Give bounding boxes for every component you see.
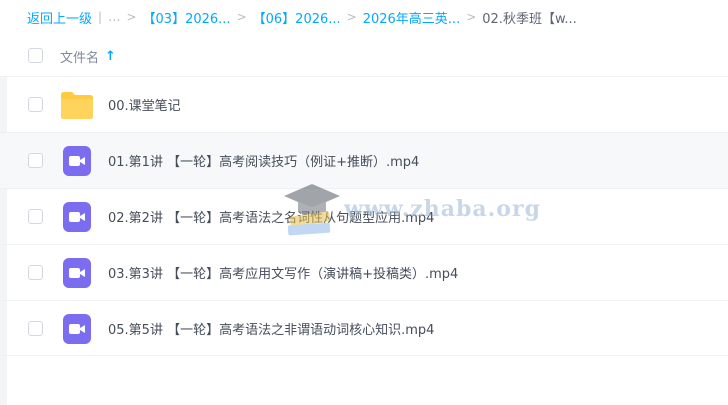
breadcrumb-arrow: > <box>236 10 247 24</box>
list-item[interactable]: 00.课堂笔记 <box>0 76 728 132</box>
breadcrumb-ellipsis[interactable]: ... <box>108 10 120 25</box>
breadcrumb-item-3[interactable]: 2026年高三英... <box>363 8 460 27</box>
column-header-label: 文件名 <box>60 51 100 66</box>
row-checkbox[interactable] <box>28 97 43 112</box>
file-name[interactable]: 02.第2讲 【一轮】高考语法之名词性从句题型应用.mp4 <box>108 207 434 226</box>
breadcrumb-item-2[interactable]: 【06】2026... <box>253 8 341 27</box>
sort-ascending-icon[interactable]: ↑ <box>105 49 116 64</box>
video-icon <box>63 258 91 288</box>
row-checkbox[interactable] <box>28 321 43 336</box>
list-item[interactable]: 03.第3讲 【一轮】高考应用文写作（演讲稿+投稿类）.mp4 <box>0 244 728 300</box>
row-checkbox[interactable] <box>28 265 43 280</box>
video-icon <box>63 314 91 344</box>
file-browser: 返回上一级 | ... > 【03】2026... > 【06】2026... … <box>0 0 728 405</box>
file-name[interactable]: 01.第1讲 【一轮】高考阅读技巧（例证+推断）.mp4 <box>108 151 419 170</box>
breadcrumb-arrow: > <box>466 10 477 24</box>
back-link[interactable]: 返回上一级 <box>27 8 92 27</box>
breadcrumb-current: 02.秋季班【w... <box>482 11 577 27</box>
list-item[interactable]: 01.第1讲 【一轮】高考阅读技巧（例证+推断）.mp4 <box>0 132 728 188</box>
folder-icon <box>61 92 93 119</box>
file-list: 00.课堂笔记 01.第1讲 【一轮】高考阅读技巧（例证+推断）.mp4 02.… <box>0 76 728 356</box>
file-name[interactable]: 03.第3讲 【一轮】高考应用文写作（演讲稿+投稿类）.mp4 <box>108 263 458 282</box>
file-name[interactable]: 05.第5讲 【一轮】高考语法之非谓语动词核心知识.mp4 <box>108 319 434 338</box>
video-icon <box>63 146 91 176</box>
column-header-filename[interactable]: 文件名 ↑ <box>60 47 116 66</box>
list-header: 文件名 ↑ <box>0 36 728 76</box>
breadcrumb-arrow: > <box>126 10 137 24</box>
breadcrumb-arrow: > <box>346 10 357 24</box>
video-icon <box>63 202 91 232</box>
select-all-checkbox[interactable] <box>28 48 43 63</box>
file-name[interactable]: 00.课堂笔记 <box>108 95 181 114</box>
breadcrumb-divider: | <box>98 10 103 24</box>
row-checkbox[interactable] <box>28 153 43 168</box>
breadcrumb: 返回上一级 | ... > 【03】2026... > 【06】2026... … <box>27 8 577 27</box>
row-checkbox[interactable] <box>28 209 43 224</box>
list-item[interactable]: 02.第2讲 【一轮】高考语法之名词性从句题型应用.mp4 <box>0 188 728 244</box>
list-item[interactable]: 05.第5讲 【一轮】高考语法之非谓语动词核心知识.mp4 <box>0 300 728 356</box>
breadcrumb-item-1[interactable]: 【03】2026... <box>143 8 231 27</box>
